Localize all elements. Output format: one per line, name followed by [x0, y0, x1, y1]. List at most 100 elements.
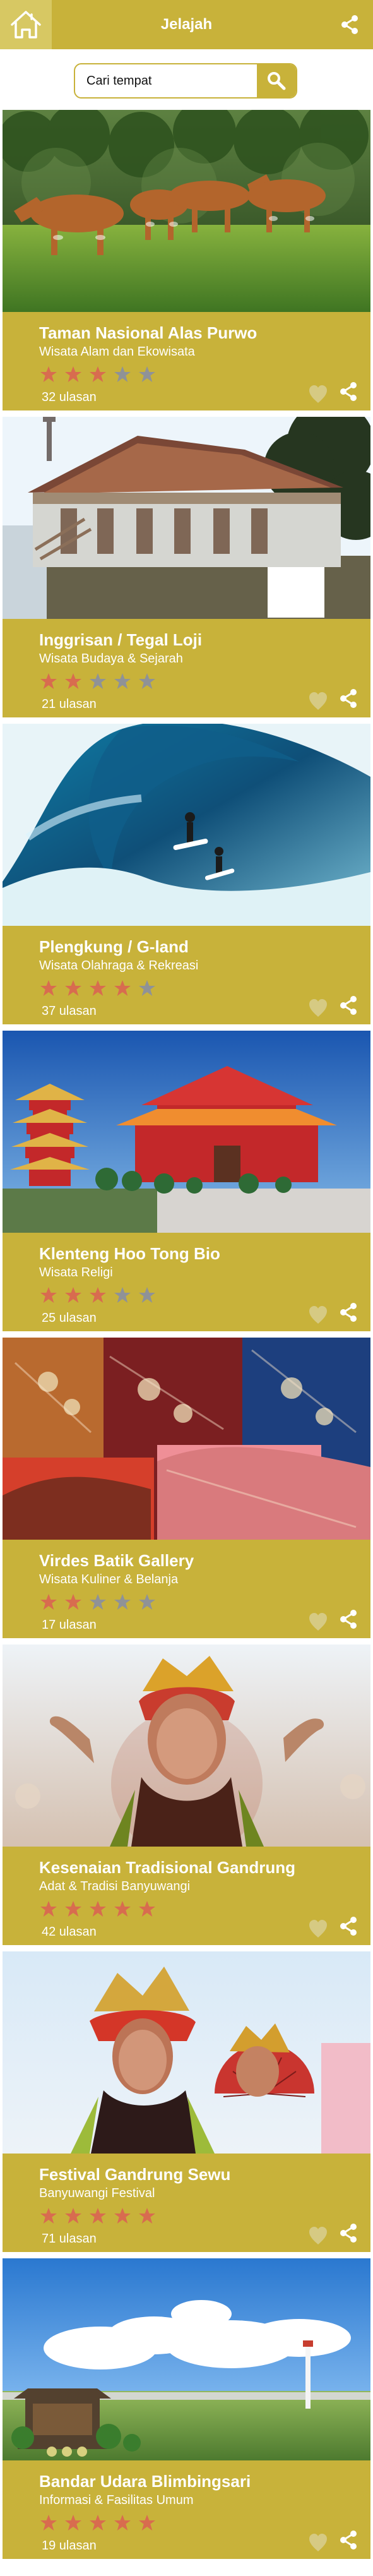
- page-title: Jelajah: [160, 16, 213, 33]
- share-button[interactable]: [338, 2222, 359, 2244]
- review-count: 32 ulasan: [42, 390, 97, 404]
- heart-icon: [309, 999, 327, 1017]
- heart-icon: [309, 692, 327, 710]
- destination-title: Klenteng Hoo Tong Bio: [39, 1244, 220, 1263]
- header-share-button[interactable]: [339, 13, 360, 36]
- like-button[interactable]: [306, 1304, 330, 1326]
- star-icon: [40, 980, 57, 996]
- heart-icon: [309, 1306, 327, 1324]
- search-box: [74, 63, 297, 99]
- star-icon: [139, 366, 155, 382]
- destination-category: Wisata Religi: [39, 1266, 113, 1279]
- rating-stars: [39, 1286, 157, 1305]
- destination-category: Wisata Alam dan Ekowisata: [39, 345, 195, 359]
- home-button[interactable]: [0, 0, 52, 49]
- star-icon: [90, 2208, 106, 2224]
- destination-card[interactable]: Klenteng Hoo Tong Bio Wisata Religi 25 u…: [3, 1031, 370, 1331]
- destination-card[interactable]: Virdes Batik Gallery Wisata Kuliner & Be…: [3, 1338, 370, 1638]
- destination-title: Plengkung / G-land: [39, 937, 189, 956]
- destination-card[interactable]: Kesenaian Tradisional Gandrung Adat & Tr…: [3, 1644, 370, 1945]
- review-count: 42 ulasan: [42, 1925, 97, 1939]
- share-icon: [340, 2224, 357, 2243]
- destination-title: Virdes Batik Gallery: [39, 1551, 194, 1570]
- review-count: 37 ulasan: [42, 1004, 97, 1018]
- star-icon: [90, 1901, 106, 1917]
- heart-icon: [309, 2534, 327, 2551]
- destination-card-body: Kesenaian Tradisional Gandrung Adat & Tr…: [3, 1847, 370, 1945]
- destination-image: [3, 1951, 370, 2154]
- heart-icon: [309, 1613, 327, 1631]
- search-button[interactable]: [257, 64, 296, 97]
- like-button[interactable]: [306, 690, 330, 712]
- share-button[interactable]: [338, 1301, 359, 1324]
- star-icon: [114, 1287, 131, 1303]
- destination-card-body: Plengkung / G-land Wisata Olahraga & Rek…: [3, 926, 370, 1024]
- share-icon: [340, 689, 357, 708]
- destination-category: Banyuwangi Festival: [39, 2186, 155, 2200]
- destination-image: [3, 417, 370, 619]
- star-icon: [90, 673, 106, 689]
- share-button[interactable]: [338, 380, 359, 403]
- like-button[interactable]: [306, 383, 330, 405]
- review-count: 17 ulasan: [42, 1618, 97, 1632]
- app-header: Jelajah: [0, 0, 373, 49]
- share-icon: [340, 1303, 357, 1322]
- like-button[interactable]: [306, 2225, 330, 2246]
- star-icon: [139, 2208, 155, 2224]
- star-icon: [139, 1287, 155, 1303]
- star-icon: [40, 2515, 57, 2531]
- star-icon: [139, 2515, 155, 2531]
- heart-icon: [309, 1920, 327, 1938]
- rating-stars: [39, 2513, 157, 2532]
- share-icon: [340, 382, 357, 401]
- share-icon: [340, 996, 357, 1015]
- heart-icon: [309, 385, 327, 403]
- like-button[interactable]: [306, 1611, 330, 1632]
- destination-category: Wisata Kuliner & Belanja: [39, 1573, 179, 1586]
- star-icon: [90, 1287, 106, 1303]
- review-count: 71 ulasan: [42, 2232, 97, 2246]
- share-button[interactable]: [338, 994, 359, 1017]
- rating-stars: [39, 1593, 157, 1612]
- search-area: [0, 49, 373, 110]
- share-icon: [340, 2531, 357, 2549]
- like-button[interactable]: [306, 1918, 330, 1939]
- like-button[interactable]: [306, 2532, 330, 2553]
- star-icon: [40, 1594, 57, 1610]
- like-button[interactable]: [306, 997, 330, 1019]
- destination-image: [3, 1031, 370, 1233]
- destination-category: Informasi & Fasilitas Umum: [39, 2493, 194, 2507]
- star-icon: [40, 366, 57, 382]
- share-button[interactable]: [338, 1608, 359, 1631]
- destination-card-body: Virdes Batik Gallery Wisata Kuliner & Be…: [3, 1540, 370, 1638]
- share-button[interactable]: [338, 687, 359, 710]
- search-input[interactable]: [75, 64, 258, 97]
- star-icon: [90, 980, 106, 996]
- rating-stars: [39, 2207, 157, 2226]
- star-icon: [40, 1901, 57, 1917]
- star-icon: [139, 673, 155, 689]
- share-button[interactable]: [338, 1915, 359, 1938]
- destination-card-body: Inggrisan / Tegal Loji Wisata Budaya & S…: [3, 619, 370, 717]
- share-icon: [340, 1917, 357, 1936]
- star-icon: [90, 2515, 106, 2531]
- destination-category: Wisata Budaya & Sejarah: [39, 652, 183, 666]
- rating-stars: [39, 979, 157, 998]
- destination-card[interactable]: Taman Nasional Alas Purwo Wisata Alam da…: [3, 110, 370, 410]
- star-icon: [114, 1901, 131, 1917]
- destination-title: Inggrisan / Tegal Loji: [39, 630, 203, 649]
- destination-title: Bandar Udara Blimbingsari: [39, 2472, 251, 2491]
- destination-image: [3, 1338, 370, 1540]
- destination-card[interactable]: Festival Gandrung Sewu Banyuwangi Festiv…: [3, 1951, 370, 2252]
- destination-card[interactable]: Plengkung / G-land Wisata Olahraga & Rek…: [3, 724, 370, 1024]
- share-button[interactable]: [338, 2529, 359, 2551]
- destination-card[interactable]: Bandar Udara Blimbingsari Informasi & Fa…: [3, 2258, 370, 2559]
- destination-card-body: Festival Gandrung Sewu Banyuwangi Festiv…: [3, 2154, 370, 2252]
- rating-stars: [39, 1900, 157, 1919]
- review-count: 19 ulasan: [42, 2539, 97, 2553]
- heart-icon: [309, 2227, 327, 2244]
- destination-title: Festival Gandrung Sewu: [39, 2165, 231, 2184]
- destination-card[interactable]: Inggrisan / Tegal Loji Wisata Budaya & S…: [3, 417, 370, 717]
- share-icon: [340, 1610, 357, 1629]
- star-icon: [65, 1901, 81, 1917]
